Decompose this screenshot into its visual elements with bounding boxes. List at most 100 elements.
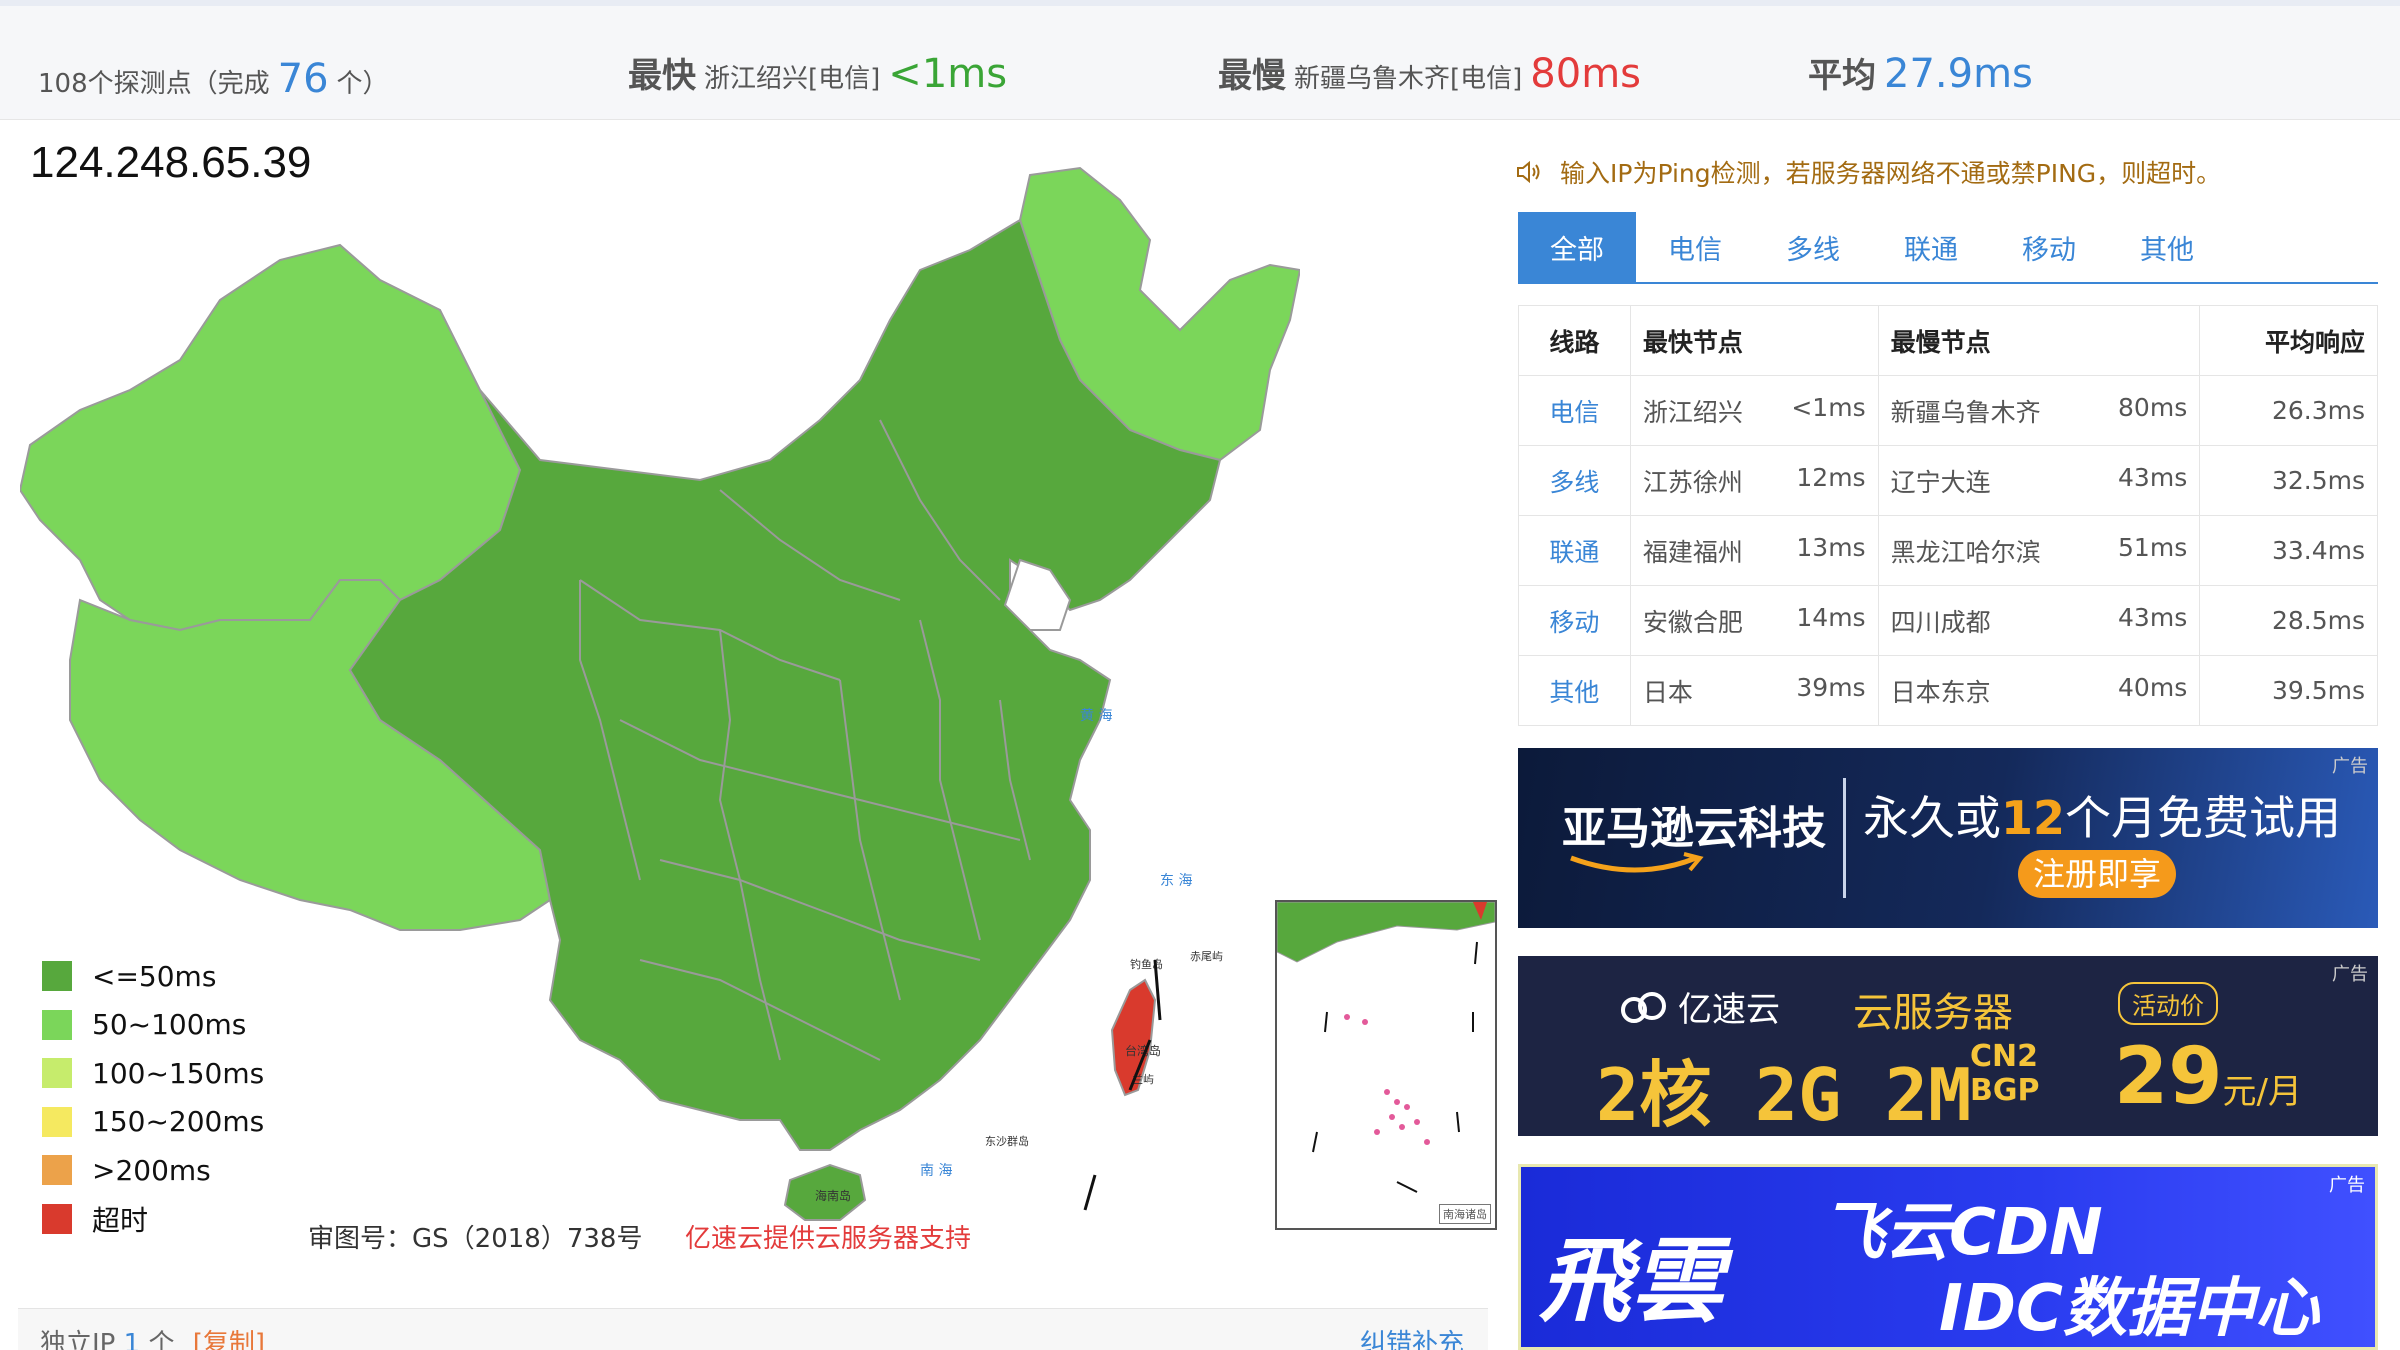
row-line-link[interactable]: 移动 (1518, 585, 1631, 656)
tab-5[interactable]: 其他 (2108, 212, 2226, 282)
row-fast-ms: 12ms (1796, 462, 1866, 492)
row-line-link[interactable]: 电信 (1518, 375, 1631, 446)
ad2-price-wrap: 29元/月 (2114, 1032, 2302, 1122)
sea-yellow-label: 黄 海 (1080, 707, 1112, 724)
legend-swatch (42, 1155, 72, 1186)
header-slowest: 最慢节点 (1877, 305, 2201, 376)
row-slow-ms: 43ms (2118, 602, 2188, 632)
tab-0[interactable]: 全部 (1518, 212, 1636, 282)
island-chiwei-label: 赤尾屿 (1190, 950, 1223, 963)
row-fast-node: 福建福州 (1642, 537, 1743, 567)
stats-bar: 108个探测点（完成 76 个） 最快 浙江绍兴[电信] <1ms 最慢 新疆乌… (0, 0, 2400, 120)
sea-south-label: 南 海 (920, 1163, 952, 1179)
row-slowest: 新疆乌鲁木齐 80ms (1877, 375, 2201, 446)
row-slow-ms: 40ms (2118, 672, 2188, 702)
ip-summary-unit: 个 (148, 1329, 175, 1350)
legend-label: 超时 (92, 1203, 149, 1237)
ad-yisu-cloud[interactable]: 广告 亿速云 云服务器 活动价 2核 2G 2M CN2 BGP 29元/月 (1518, 956, 2378, 1136)
row-slow-node: 四川成都 (1890, 607, 1991, 637)
fastest-place: 浙江绍兴[电信] (704, 64, 881, 94)
ad-feiyun-cdn[interactable]: 广告 飛雲 飞云CDN IDC数据中心 (1518, 1164, 2378, 1350)
ad1-cta-button[interactable]: 注册即享 (2018, 850, 2176, 898)
legend-label: 100~150ms (92, 1056, 265, 1090)
slowest-stat: 最慢 新疆乌鲁木齐[电信] 80ms (1218, 48, 1641, 97)
legend-swatch (42, 1203, 72, 1234)
cloud-logo-icon (1621, 991, 1666, 1023)
ad3-tag: 广告 (2329, 1175, 2365, 1196)
header-average: 平均响应 (2199, 305, 2378, 376)
map-support-link[interactable]: 亿速云提供云服务器支持 (685, 1218, 971, 1255)
ad2-tag: 广告 (2332, 964, 2368, 985)
header-fastest: 最快节点 (1629, 305, 1879, 376)
map-legend: <=50ms 50~100ms 100~150ms 150~200ms >200ms 超时 (42, 952, 264, 1243)
ad2-net1: CN2 (1970, 1039, 2038, 1074)
line-tabs: 全部 电信 多线 联通 移动 其他 (1518, 212, 2378, 284)
slowest-value: 80ms (1530, 51, 1641, 97)
tab-3[interactable]: 联通 (1872, 212, 1990, 282)
ad-amazon-cloud[interactable]: 广告 亚马逊云科技 永久或12个月免费试用 注册即享 (1518, 748, 2378, 928)
row-slow-ms: 51ms (2118, 532, 2188, 562)
ip-summary-prefix: 独立IP (40, 1329, 116, 1350)
node-count-done: 76 (277, 56, 329, 102)
ad3-logo: 飛雲 (1539, 1228, 1724, 1335)
ad3-line2: IDC数据中心 (1939, 1272, 2319, 1346)
node-count-prefix: 108个探测点（完成 (38, 69, 270, 99)
region-xinjiang[interactable] (20, 243, 522, 632)
row-line-link[interactable]: 多线 (1518, 445, 1631, 516)
row-slowest: 辽宁大连 43ms (1877, 445, 2201, 516)
row-line-link[interactable]: 联通 (1518, 515, 1631, 586)
row-average: 32.5ms (2199, 445, 2378, 516)
map-review-number: 审图号：GS（2018）738号 (308, 1224, 643, 1254)
ip-summary: 独立IP 1 个 [复制] (40, 1323, 265, 1350)
node-count: 108个探测点（完成 76 个） (38, 56, 389, 102)
table-row: 多线 江苏徐州 12ms 辽宁大连 43ms 32.5ms (1518, 445, 2378, 516)
speaker-icon (1517, 160, 1540, 184)
ip-summary-bar: 独立IP 1 个 [复制] 纠错补充 (18, 1308, 1488, 1350)
ping-notice-text: 输入IP为Ping检测，若服务器网络不通或禁PING，则超时。 (1560, 159, 2222, 188)
ad2-brand: 亿速云 (1678, 990, 1780, 1030)
ad1-offer: 永久或12个月免费试用 (1863, 782, 2341, 848)
row-fast-node: 安徽合肥 (1642, 607, 1743, 637)
tab-2[interactable]: 多线 (1754, 212, 1872, 282)
slowest-place: 新疆乌鲁木齐[电信] (1294, 64, 1523, 94)
ad2-brand-wrap: 亿速云 (1618, 982, 1780, 1031)
copy-link[interactable]: [复制] (193, 1329, 265, 1350)
row-fast-node: 浙江绍兴 (1642, 397, 1743, 427)
average-label: 平均 (1808, 56, 1876, 96)
results-table: 线路 最快节点 最慢节点 平均响应 电信 浙江绍兴 <1ms 新疆乌鲁木齐 80ms 26… (1518, 305, 2378, 726)
tab-1[interactable]: 电信 (1636, 212, 1754, 282)
ad1-offer-pre: 永久或 (1863, 791, 2001, 845)
legend-label: 50~100ms (92, 1008, 247, 1042)
row-fastest: 浙江绍兴 <1ms (1629, 375, 1879, 446)
tab-4[interactable]: 移动 (1990, 212, 2108, 282)
fastest-value: <1ms (888, 51, 1008, 97)
row-line-link[interactable]: 其他 (1518, 655, 1631, 726)
legend-swatch (42, 1106, 72, 1137)
legend-item: >200ms (42, 1146, 264, 1195)
legend-label: 150~200ms (92, 1105, 265, 1139)
slowest-label: 最慢 (1218, 56, 1286, 96)
row-slow-ms: 43ms (2118, 462, 2188, 492)
legend-item: 超时 (42, 1195, 264, 1244)
row-slowest: 日本东京 40ms (1877, 655, 2201, 726)
inset-map (1276, 901, 1496, 1193)
row-slowest: 四川成都 43ms (1877, 585, 2201, 656)
legend-item: 150~200ms (42, 1098, 264, 1147)
legend-item: <=50ms (42, 952, 264, 1001)
row-fastest: 江苏徐州 12ms (1629, 445, 1879, 516)
node-count-suffix: 个） (336, 69, 389, 99)
row-slowest: 黑龙江哈尔滨 51ms (1877, 515, 2201, 586)
ad-tag: 广告 (2332, 756, 2368, 777)
row-average: 33.4ms (2199, 515, 2378, 586)
row-slow-node: 日本东京 (1890, 677, 1991, 707)
report-error-link[interactable]: 纠错补充 (1360, 1323, 1464, 1350)
table-header-row: 线路 最快节点 最慢节点 平均响应 (1518, 305, 2378, 376)
header-line: 线路 (1518, 305, 1631, 376)
row-average: 39.5ms (2199, 655, 2378, 726)
legend-swatch (42, 1009, 72, 1040)
row-slow-node: 辽宁大连 (1890, 467, 1991, 497)
south-sea-inset: 南海诸岛 (1275, 900, 1497, 1230)
row-fastest: 福建福州 13ms (1629, 515, 1879, 586)
row-average: 28.5ms (2199, 585, 2378, 656)
ad1-brand: 亚马逊云科技 (1562, 803, 1826, 854)
